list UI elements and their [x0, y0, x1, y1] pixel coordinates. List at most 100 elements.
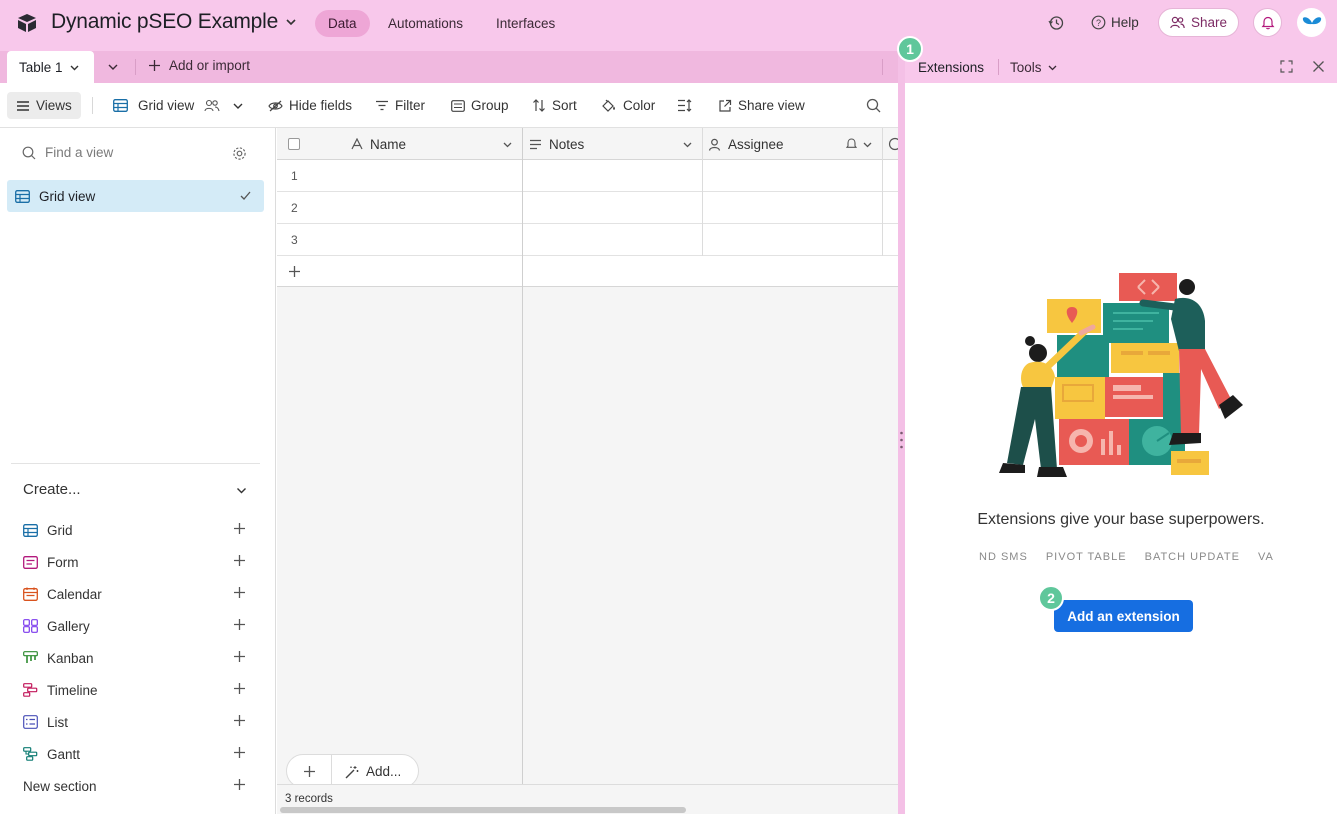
airtable-logo-icon[interactable]: [16, 12, 38, 34]
select-all-checkbox[interactable]: [288, 138, 300, 150]
plus-icon[interactable]: [233, 554, 246, 567]
chevron-down-icon[interactable]: [232, 100, 244, 112]
summary-bar: 3 records: [277, 784, 898, 814]
views-toggle-button[interactable]: Views: [7, 92, 81, 119]
create-list-item[interactable]: List: [23, 712, 253, 732]
sort-button[interactable]: Sort: [532, 83, 577, 128]
tab-data[interactable]: Data: [315, 10, 370, 37]
share-button[interactable]: Share: [1158, 8, 1239, 37]
extensions-ticker: ND SMS PIVOT TABLE BATCH UPDATE VA: [979, 551, 1274, 563]
search-icon[interactable]: [866, 98, 881, 113]
sidebar-item-label: Grid view: [39, 188, 96, 204]
new-section-item[interactable]: New section: [23, 776, 253, 796]
panel-resize-handle[interactable]: [898, 51, 905, 814]
create-kanban-item[interactable]: Kanban: [23, 648, 253, 668]
plus-icon[interactable]: [303, 765, 316, 778]
plus-icon[interactable]: [233, 682, 246, 695]
add-or-import-label: Add or import: [169, 58, 251, 73]
record-count: 3 records: [285, 793, 333, 805]
create-section-heading[interactable]: Create...: [23, 481, 81, 498]
grid-header-row: Name Notes Assignee: [277, 128, 902, 160]
table-row[interactable]: 2: [277, 192, 898, 224]
add-or-import-button[interactable]: Add or import: [148, 58, 250, 73]
column-divider: [882, 128, 883, 256]
add-with-ai-button[interactable]: Add...: [345, 764, 401, 779]
plus-icon[interactable]: [233, 618, 246, 631]
hide-fields-button[interactable]: Hide fields: [268, 83, 352, 128]
tab-extensions[interactable]: Extensions: [918, 60, 984, 75]
plus-icon[interactable]: [233, 522, 246, 535]
new-section-label: New section: [23, 778, 97, 794]
table-tab-label: Table 1: [19, 59, 63, 75]
butterfly-icon: [1302, 16, 1321, 24]
expand-icon[interactable]: [1280, 60, 1293, 73]
column-header-assignee[interactable]: Assignee: [708, 128, 784, 160]
create-gantt-item[interactable]: Gantt: [23, 744, 253, 764]
group-button[interactable]: Group: [451, 83, 509, 128]
chevron-down-icon[interactable]: [69, 62, 80, 73]
check-icon: [240, 191, 251, 200]
tab-interfaces[interactable]: Interfaces: [483, 10, 568, 37]
notifications-button[interactable]: [1253, 8, 1282, 37]
chevron-down-icon[interactable]: [502, 139, 513, 150]
help-label: Help: [1111, 15, 1139, 30]
horizontal-scrollbar[interactable]: [280, 807, 686, 813]
plus-icon[interactable]: [233, 650, 246, 663]
color-label: Color: [623, 98, 656, 113]
tools-label: Tools: [1010, 60, 1042, 75]
grid-view-switcher[interactable]: Grid view: [113, 83, 244, 128]
plus-icon[interactable]: [233, 586, 246, 599]
help-button[interactable]: ? Help: [1091, 15, 1139, 30]
calendar-icon: [23, 587, 38, 601]
create-grid-item[interactable]: Grid: [23, 520, 253, 540]
base-title[interactable]: Dynamic pSEO Example: [51, 10, 278, 34]
sidebar-item-grid-view[interactable]: Grid view: [7, 180, 264, 212]
plus-icon[interactable]: [233, 778, 246, 791]
find-view-input[interactable]: Find a view: [22, 145, 113, 160]
all-tables-chevron-icon[interactable]: [106, 60, 120, 74]
filter-button[interactable]: Filter: [375, 83, 425, 128]
create-gallery-item[interactable]: Gallery: [23, 616, 253, 636]
kanban-icon: [23, 651, 38, 663]
chevron-down-icon[interactable]: [285, 16, 297, 28]
create-calendar-item[interactable]: Calendar: [23, 584, 253, 604]
column-header-name[interactable]: Name: [351, 128, 406, 160]
add-extension-button[interactable]: Add an extension: [1054, 600, 1193, 632]
share-view-label: Share view: [738, 98, 805, 113]
step-marker: 2: [1038, 585, 1064, 611]
bell-icon[interactable]: [845, 137, 858, 150]
create-item-label: Timeline: [47, 682, 98, 698]
plus-icon[interactable]: [233, 714, 246, 727]
tools-dropdown[interactable]: Tools: [1010, 60, 1058, 75]
table-tab[interactable]: Table 1: [7, 51, 94, 83]
divider: [135, 59, 136, 75]
row-number: 1: [291, 169, 298, 183]
avatar[interactable]: [1297, 8, 1326, 37]
tab-automations[interactable]: Automations: [375, 10, 476, 37]
ticker-item: VA: [1258, 551, 1274, 563]
drag-dots-icon: [900, 431, 903, 449]
create-form-item[interactable]: Form: [23, 552, 253, 572]
add-record-row[interactable]: [277, 256, 898, 287]
table-row[interactable]: 1: [277, 160, 898, 192]
add-label: Add...: [366, 764, 402, 779]
filter-label: Filter: [395, 98, 425, 113]
create-timeline-item[interactable]: Timeline: [23, 680, 253, 700]
table-row[interactable]: 3: [277, 224, 898, 256]
chevron-down-icon[interactable]: [682, 139, 693, 150]
chevron-down-icon[interactable]: [235, 484, 248, 497]
create-item-label: Calendar: [47, 586, 102, 602]
close-icon[interactable]: [1312, 60, 1325, 73]
gear-icon[interactable]: [232, 146, 247, 161]
row-height-button[interactable]: [677, 83, 692, 128]
create-item-label: Kanban: [47, 650, 94, 666]
column-header-notes[interactable]: Notes: [529, 128, 584, 160]
history-icon[interactable]: [1048, 15, 1064, 31]
gantt-icon: [23, 747, 38, 761]
svg-text:?: ?: [1096, 18, 1101, 28]
chevron-down-icon[interactable]: [862, 139, 873, 150]
plus-icon[interactable]: [233, 746, 246, 759]
divider: [882, 59, 883, 75]
share-view-button[interactable]: Share view: [718, 83, 805, 128]
color-button[interactable]: Color: [601, 83, 655, 128]
